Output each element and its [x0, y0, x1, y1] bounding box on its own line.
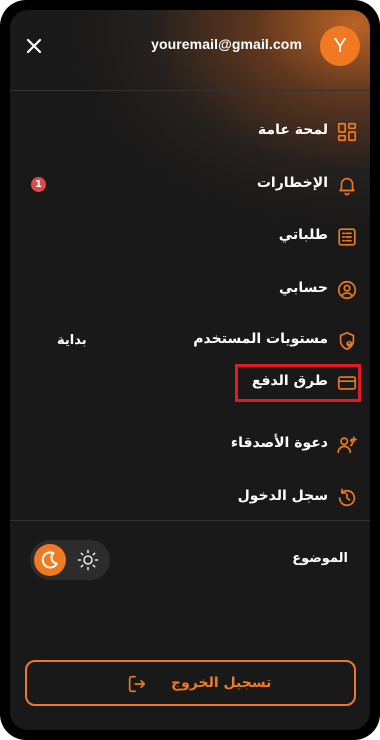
menu-item-label: طلباتي — [278, 227, 328, 243]
menu-header: youremail@gmail.com Y — [10, 10, 370, 90]
dark-mode-button[interactable] — [34, 544, 66, 576]
menu-item-label: سجل الدخول — [237, 488, 328, 504]
header-divider — [10, 90, 370, 91]
menu-item-user-levels[interactable]: بداية مستويات المستخدم — [10, 323, 370, 359]
logout-button[interactable]: تسجيل الخروج — [25, 660, 356, 706]
notification-badge: 1 — [31, 177, 46, 192]
history-icon — [336, 487, 358, 509]
user-plus-icon — [336, 434, 358, 456]
menu-item-overview[interactable]: لمحة عامة — [10, 114, 370, 150]
menu-item-payment-methods[interactable]: طرق الدفع — [10, 365, 370, 401]
credit-card-icon — [336, 372, 358, 394]
side-menu-screen: youremail@gmail.com Y لمحة عامة 1 الإخطا… — [10, 10, 370, 730]
user-level-value: بداية — [57, 333, 87, 348]
menu-item-invite-friends[interactable]: دعوة الأصدقاء — [10, 427, 370, 463]
logout-icon — [126, 673, 148, 695]
order-list-icon — [336, 226, 358, 248]
menu-item-login-history[interactable]: سجل الدخول — [10, 480, 370, 516]
menu-item-label: حسابي — [278, 280, 328, 296]
menu-divider — [10, 520, 370, 521]
user-circle-icon — [336, 279, 358, 301]
menu-item-label: دعوة الأصدقاء — [230, 435, 328, 451]
menu-item-my-account[interactable]: حسابي — [10, 272, 370, 308]
user-email: youremail@gmail.com — [151, 36, 302, 52]
menu-item-my-orders[interactable]: طلباتي — [10, 219, 370, 255]
close-button[interactable] — [22, 34, 46, 58]
menu-item-label: الإخطارات — [256, 175, 328, 191]
logout-label: تسجيل الخروج — [171, 675, 272, 691]
menu-item-notifications[interactable]: 1 الإخطارات — [10, 167, 370, 203]
menu-item-label: مستويات المستخدم — [193, 331, 328, 347]
menu-item-label: لمحة عامة — [257, 122, 328, 138]
moon-icon — [41, 551, 58, 569]
phone-frame: youremail@gmail.com Y لمحة عامة 1 الإخطا… — [0, 0, 380, 740]
theme-toggle[interactable] — [30, 540, 110, 580]
theme-label: الموضوع — [292, 551, 348, 566]
dashboard-grid-icon — [336, 121, 358, 143]
bell-icon — [336, 174, 358, 196]
sun-icon — [77, 549, 99, 571]
light-mode-button[interactable] — [76, 548, 100, 572]
shield-user-icon — [336, 330, 358, 352]
close-icon — [26, 38, 42, 54]
menu-item-label: طرق الدفع — [251, 373, 328, 389]
avatar[interactable]: Y — [320, 26, 360, 66]
